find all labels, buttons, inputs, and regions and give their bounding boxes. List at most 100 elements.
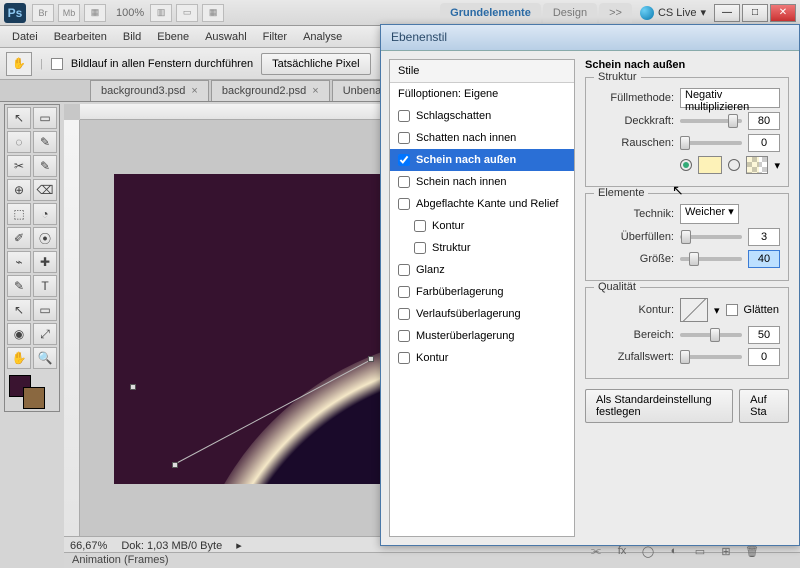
actual-pixels-button[interactable]: Tatsächliche Pixel — [261, 53, 370, 75]
eyedropper-tool[interactable]: ✎ — [33, 155, 57, 177]
bridge-badge[interactable]: Br — [32, 4, 54, 22]
deckkraft-value[interactable]: 80 — [748, 112, 780, 130]
stamp-tool[interactable]: ⬚ — [7, 203, 31, 225]
deckkraft-slider[interactable] — [680, 119, 742, 123]
doc-tab-1[interactable]: background2.psd× — [211, 80, 330, 101]
scroll-all-checkbox[interactable] — [51, 58, 63, 70]
gradient-radio[interactable] — [728, 159, 740, 171]
path-select-tool[interactable]: ↖ — [7, 299, 31, 321]
fill-options[interactable]: Fülloptionen: Eigene — [390, 83, 574, 105]
color-radio[interactable] — [680, 159, 692, 171]
ruler-vertical[interactable] — [64, 120, 80, 538]
bereich-slider[interactable] — [680, 333, 742, 337]
zoom-tool[interactable]: 🔍 — [33, 347, 57, 369]
screen-icon[interactable]: ▭ — [176, 4, 198, 22]
move-tool[interactable]: ↖ — [7, 107, 31, 129]
style-schatten-innen[interactable]: Schatten nach innen — [390, 127, 574, 149]
make-default-button[interactable]: Als Standardeinstellung festlegen — [585, 389, 733, 423]
link-icon[interactable]: ⫘ — [588, 544, 604, 558]
menu-auswahl[interactable]: Auswahl — [199, 28, 253, 46]
dialog-title[interactable]: Ebenenstil — [381, 25, 799, 51]
adjust-icon[interactable]: ◐ — [666, 544, 682, 558]
window-max[interactable]: □ — [742, 4, 768, 22]
checkbox[interactable] — [398, 176, 410, 188]
close-icon[interactable]: × — [312, 85, 318, 97]
wand-tool[interactable]: ✎ — [33, 131, 57, 153]
checkbox[interactable] — [398, 132, 410, 144]
crop-tool[interactable]: ✂ — [7, 155, 31, 177]
chevron-down-icon[interactable]: ▾ — [774, 159, 780, 172]
type-tool[interactable]: T — [33, 275, 57, 297]
menu-ebene[interactable]: Ebene — [151, 28, 195, 46]
checkbox[interactable] — [398, 110, 410, 122]
style-schein-innen[interactable]: Schein nach innen — [390, 171, 574, 193]
checkbox[interactable] — [398, 154, 410, 166]
hand-tool-icon[interactable]: ✋ — [6, 52, 32, 76]
style-glanz[interactable]: Glanz — [390, 259, 574, 281]
style-schlagschatten[interactable]: Schlagschatten — [390, 105, 574, 127]
marquee-tool[interactable]: ▭ — [33, 107, 57, 129]
checkbox[interactable] — [398, 352, 410, 364]
lasso-tool[interactable]: ◌ — [7, 131, 31, 153]
minibridge-badge[interactable]: Mb — [58, 4, 80, 22]
gradient-tool[interactable]: ⦿ — [33, 227, 57, 249]
eraser-tool[interactable]: ✐ — [7, 227, 31, 249]
style-verlaufsueberlagerung[interactable]: Verlaufsüberlagerung — [390, 303, 574, 325]
glow-color-well[interactable] — [698, 156, 722, 174]
hand-tool[interactable]: ✋ — [7, 347, 31, 369]
new-icon[interactable]: ⊞ — [718, 544, 734, 558]
checkbox[interactable] — [398, 286, 410, 298]
trash-icon[interactable]: 🗑 — [744, 544, 760, 558]
path-handle[interactable] — [368, 356, 374, 362]
background-swatch[interactable] — [23, 387, 45, 409]
color-swatches[interactable] — [7, 375, 57, 409]
tab-design[interactable]: Design — [543, 3, 597, 23]
close-icon[interactable]: × — [191, 85, 197, 97]
fuellmethode-select[interactable]: Negativ multiplizieren — [680, 88, 780, 108]
window-close[interactable]: ✕ — [770, 4, 796, 22]
style-farbueberlagerung[interactable]: Farbüberlagerung — [390, 281, 574, 303]
checkbox[interactable] — [414, 242, 426, 254]
ueberfuellen-slider[interactable] — [680, 235, 742, 239]
rauschen-slider[interactable] — [680, 141, 742, 145]
cs-live[interactable]: CS Live ▾ — [640, 6, 706, 20]
rauschen-value[interactable]: 0 — [748, 134, 780, 152]
brush-tool[interactable]: ⌫ — [33, 179, 57, 201]
technik-select[interactable]: Weicher ▾ — [680, 204, 739, 224]
zufall-slider[interactable] — [680, 355, 742, 359]
heal-tool[interactable]: ⊕ — [7, 179, 31, 201]
checkbox[interactable] — [398, 198, 410, 210]
menu-analyse[interactable]: Analyse — [297, 28, 348, 46]
zufall-value[interactable]: 0 — [748, 348, 780, 366]
history-brush-tool[interactable]: ◔ — [33, 203, 57, 225]
contour-picker[interactable] — [680, 298, 708, 322]
tab-more[interactable]: >> — [599, 3, 632, 23]
mask-icon[interactable]: ◯ — [640, 544, 656, 558]
bereich-value[interactable]: 50 — [748, 326, 780, 344]
zoom-indicator[interactable]: 100% — [116, 7, 144, 19]
ueberfuellen-value[interactable]: 3 — [748, 228, 780, 246]
arrange-icon[interactable]: ▥ — [150, 4, 172, 22]
style-kontur-sub[interactable]: Kontur — [390, 215, 574, 237]
doc-tab-0[interactable]: background3.psd× — [90, 80, 209, 101]
menu-datei[interactable]: Datei — [6, 28, 44, 46]
path-handle[interactable] — [172, 462, 178, 468]
menu-filter[interactable]: Filter — [257, 28, 293, 46]
document-canvas[interactable] — [114, 174, 384, 484]
3d-tool[interactable]: ◉ — [7, 323, 31, 345]
checkbox[interactable] — [398, 308, 410, 320]
zoom-status[interactable]: 66,67% — [70, 540, 107, 552]
menu-bearbeiten[interactable]: Bearbeiten — [48, 28, 113, 46]
reset-default-button[interactable]: Auf Sta — [739, 389, 789, 423]
pen-tool[interactable]: ✎ — [7, 275, 31, 297]
dodge-tool[interactable]: ✚ — [33, 251, 57, 273]
shape-tool[interactable]: ▭ — [33, 299, 57, 321]
path-handle[interactable] — [130, 384, 136, 390]
styles-header[interactable]: Stile — [390, 60, 574, 83]
glaetten-checkbox[interactable] — [726, 304, 738, 316]
glow-gradient[interactable] — [746, 156, 768, 174]
style-kante-relief[interactable]: Abgeflachte Kante und Relief — [390, 193, 574, 215]
checkbox[interactable] — [414, 220, 426, 232]
checkbox[interactable] — [398, 330, 410, 342]
groesse-value[interactable]: 40 — [748, 250, 780, 268]
